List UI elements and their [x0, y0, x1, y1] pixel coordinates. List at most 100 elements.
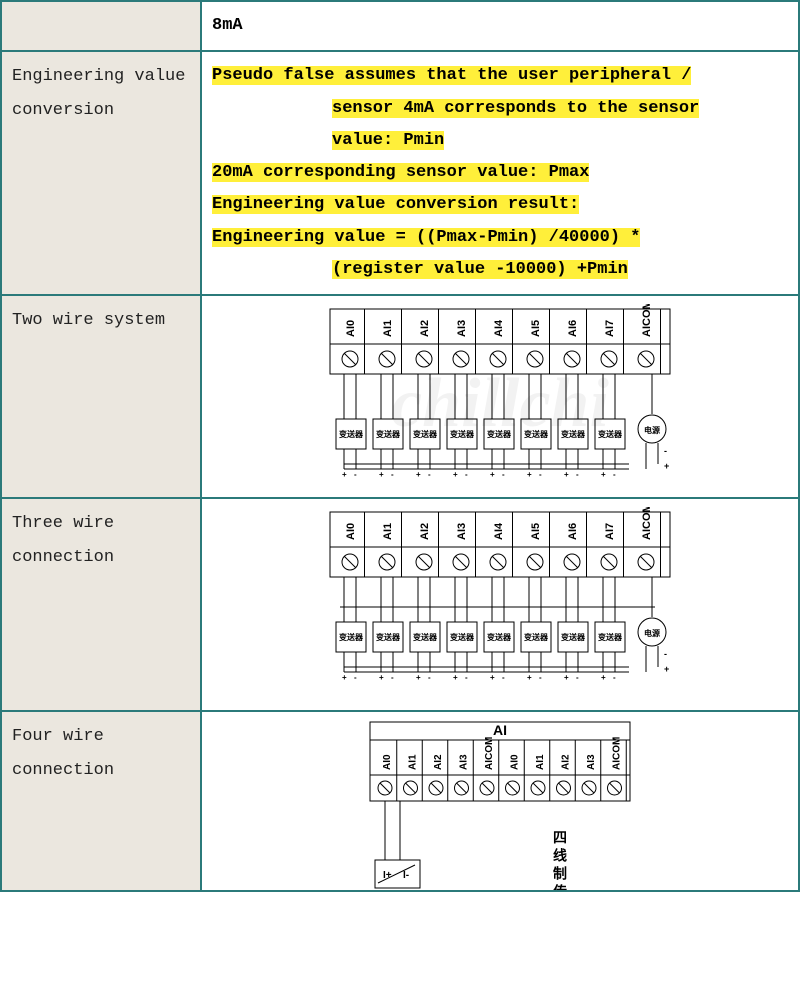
svg-text:AI1: AI1 [408, 754, 419, 770]
svg-text:+: + [416, 673, 421, 682]
eng-line3: value: Pmin [332, 131, 444, 150]
row-engineering: Engineering value conversion Pseudo fals… [1, 51, 799, 295]
row-two-wire-label: Two wire system [1, 295, 201, 498]
svg-text:变送器: 变送器 [487, 429, 512, 439]
svg-text:-: - [539, 470, 542, 479]
svg-text:变送器: 变送器 [598, 632, 623, 642]
svg-text:-: - [428, 673, 431, 682]
svg-text:AICOM: AICOM [641, 507, 653, 540]
svg-text:AI3: AI3 [456, 320, 468, 337]
svg-text:电源: 电源 [644, 425, 660, 435]
three-wire-svg: AI0AI1AI2AI3AI4AI5AI6AI7AICOM 变送器+-变送器+-… [290, 507, 710, 702]
row-engineering-content: Pseudo false assumes that the user perip… [201, 51, 799, 295]
eng-line6: Engineering value = ((Pmax-Pmin) /40000)… [212, 228, 640, 247]
svg-text:+: + [601, 673, 606, 682]
eng-line1: Pseudo false assumes that the user perip… [212, 66, 691, 85]
svg-text:变送器: 变送器 [339, 632, 364, 642]
svg-text:-: - [354, 470, 357, 479]
svg-text:-: - [664, 649, 667, 659]
svg-text:变送器: 变送器 [561, 429, 586, 439]
svg-text:AI7: AI7 [604, 320, 616, 337]
row-8ma-content: 8mA [201, 1, 799, 51]
eng-line5: Engineering value conversion result: [212, 195, 579, 214]
svg-text:+: + [601, 470, 606, 479]
row-two-wire-diagram: chillchi AI0AI1AI2AI3AI4AI5AI6AI7AICOM 变… [201, 295, 799, 498]
svg-text:-: - [502, 470, 505, 479]
svg-text:AI5: AI5 [530, 523, 542, 540]
four-wire-cn-label: 四线制传 [552, 830, 568, 890]
svg-text:AI0: AI0 [510, 754, 521, 770]
svg-text:AI2: AI2 [561, 754, 572, 770]
four-wire-svg: AI AI0AI1AI2AI3AICOMAI0AI1AI2AI3AICOM I+… [300, 720, 700, 890]
svg-text:变送器: 变送器 [339, 429, 364, 439]
eng-line2: sensor 4mA corresponds to the sensor [332, 99, 699, 118]
svg-text:变送器: 变送器 [561, 632, 586, 642]
svg-text:-: - [613, 673, 616, 682]
svg-text:AI0: AI0 [382, 754, 393, 770]
svg-text:+: + [379, 470, 384, 479]
svg-text:变送器: 变送器 [487, 632, 512, 642]
svg-text:AI6: AI6 [567, 320, 579, 337]
svg-text:+: + [564, 673, 569, 682]
svg-text:变送器: 变送器 [598, 429, 623, 439]
row-four-wire-label: Four wire connection [1, 711, 201, 891]
svg-text:-: - [465, 470, 468, 479]
svg-text:AI7: AI7 [604, 523, 616, 540]
row-engineering-label: Engineering value conversion [1, 51, 201, 295]
row-three-wire-label: Three wire connection [1, 498, 201, 711]
eng-line4: 20mA corresponding sensor value: Pmax [212, 163, 589, 182]
svg-text:AI0: AI0 [345, 523, 357, 540]
ai-header-text: AI [493, 722, 507, 738]
row-8ma: 8mA [1, 1, 799, 51]
row-four-wire: Four wire connection AI AI0 AI1 AI2 AI3 AICO… [1, 711, 799, 891]
svg-text:AI6: AI6 [567, 523, 579, 540]
svg-text:-: - [465, 673, 468, 682]
svg-text:-: - [502, 673, 505, 682]
svg-text:AI1: AI1 [382, 320, 394, 337]
svg-text:+: + [564, 470, 569, 479]
svg-text:-: - [539, 673, 542, 682]
svg-text:+: + [527, 470, 532, 479]
svg-text:AI2: AI2 [433, 754, 444, 770]
svg-text:-: - [428, 470, 431, 479]
svg-text:-: - [664, 446, 667, 456]
svg-text:AI5: AI5 [530, 320, 542, 337]
svg-text:-: - [391, 673, 394, 682]
svg-text:+: + [379, 673, 384, 682]
svg-text:AI4: AI4 [493, 522, 505, 540]
spec-table: 8mA Engineering value conversion Pseudo … [0, 0, 800, 892]
row-four-wire-diagram: AI AI0AI1AI2AI3AICOMAI0AI1AI2AI3AICOM I+… [201, 711, 799, 891]
svg-text:I+: I+ [383, 870, 392, 881]
two-wire-svg: AI0AI1AI2AI3AI4AI5AI6AI7AICOM 变送器+-变送器+-… [290, 304, 710, 489]
svg-text:AICOM: AICOM [484, 737, 495, 770]
svg-text:+: + [664, 461, 669, 471]
svg-text:+: + [490, 470, 495, 479]
svg-text:AI3: AI3 [456, 523, 468, 540]
svg-text:变送器: 变送器 [413, 429, 438, 439]
svg-text:+: + [342, 470, 347, 479]
svg-text:-: - [354, 673, 357, 682]
svg-text:+: + [527, 673, 532, 682]
svg-text:变送器: 变送器 [450, 429, 475, 439]
svg-text:+: + [342, 673, 347, 682]
svg-text:变送器: 变送器 [376, 632, 401, 642]
svg-text:AI3: AI3 [459, 754, 470, 770]
svg-text:+: + [453, 470, 458, 479]
svg-text:AI3: AI3 [586, 754, 597, 770]
row-three-wire: Three wire connection AI0 AI1 AI2 AI3 AI4 AI5… [1, 498, 799, 711]
svg-text:变送器: 变送器 [524, 632, 549, 642]
svg-text:+: + [664, 664, 669, 674]
svg-text:+: + [453, 673, 458, 682]
svg-text:AI2: AI2 [419, 523, 431, 540]
svg-text:AI1: AI1 [382, 523, 394, 540]
svg-text:电源: 电源 [644, 628, 660, 638]
svg-text:AICOM: AICOM [641, 304, 653, 337]
row-three-wire-diagram: AI0AI1AI2AI3AI4AI5AI6AI7AICOM 变送器+-变送器+-… [201, 498, 799, 711]
row-two-wire: Two wire system chillchi AI0AI1AI2AI3AI4… [1, 295, 799, 498]
svg-text:AI1: AI1 [535, 754, 546, 770]
svg-text:变送器: 变送器 [413, 632, 438, 642]
eng-line7: (register value -10000) +Pmin [332, 260, 628, 279]
svg-text:变送器: 变送器 [376, 429, 401, 439]
svg-text:+: + [490, 673, 495, 682]
svg-text:AI0: AI0 [345, 320, 357, 337]
